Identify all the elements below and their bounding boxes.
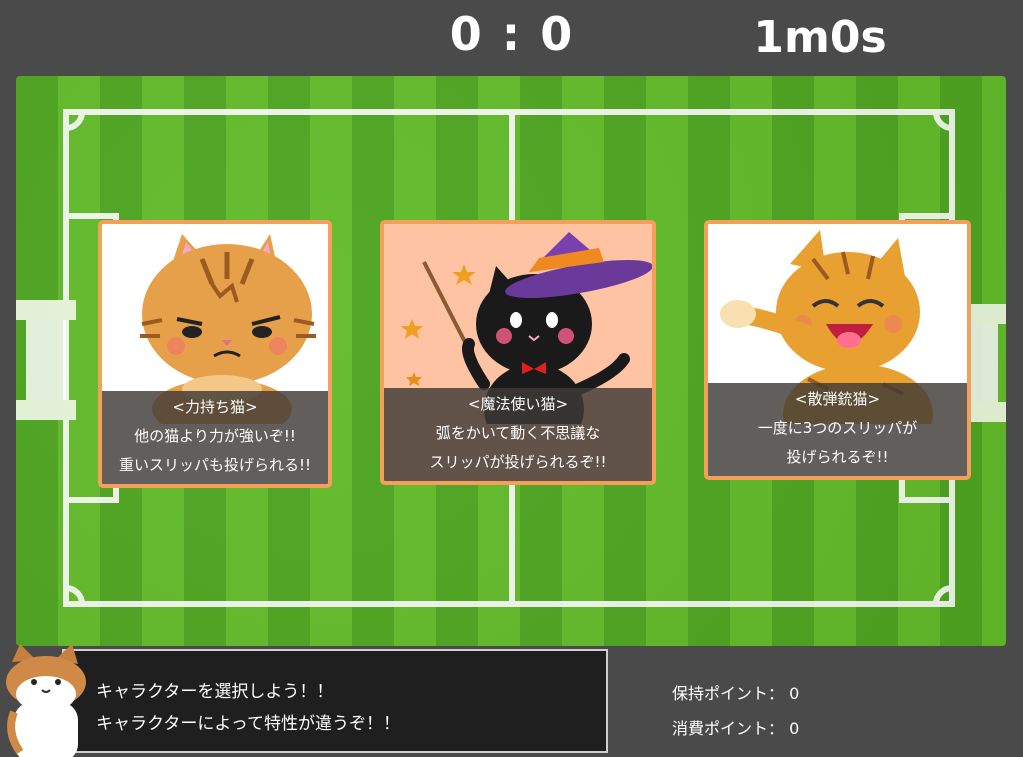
character-card-shotgun[interactable]: <散弾銃猫> 一度に3つのスリッパが 投げられるぞ!! [704,220,971,480]
character-card-wizard[interactable]: <魔法使い猫> 弧をかいて動く不思議な スリッパが投げられるぞ!! [380,220,656,485]
timer-display: 1m0s [753,12,887,63]
held-points-value: 0 [789,684,800,703]
hud: 0 : 0 1m0s [0,0,1023,72]
card-title: <散弾銃猫> [794,390,881,408]
held-points: 保持ポイント： 0 [672,680,799,704]
spent-points: 消費ポイント： 0 [672,715,799,739]
card-desc-line2: 重いスリッパも投げられる!! [118,456,312,474]
spent-points-value: 0 [789,719,800,738]
message-box: キャラクターを選択しよう！！ キャラクターによって特性が違うぞ！！ [62,649,608,753]
message-line-1: キャラクターを選択しよう！！ [96,682,334,702]
card-desc-line2: 投げられるぞ!! [786,448,889,466]
card-caption: <散弾銃猫> 一度に3つのスリッパが 投げられるぞ!! [708,383,967,476]
card-desc-line2: スリッパが投げられるぞ!! [429,453,607,471]
character-card-strong[interactable]: <力持ち猫> 他の猫より力が強いぞ!! 重いスリッパも投げられる!! [98,220,332,488]
card-title: <力持ち猫> [172,398,258,416]
message-line-2: キャラクターによって特性が違うぞ！！ [96,714,400,734]
card-desc-line1: 他の猫より力が強いぞ!! [134,427,296,445]
score-display: 0 : 0 [449,7,575,61]
card-caption: <力持ち猫> 他の猫より力が強いぞ!! 重いスリッパも投げられる!! [102,391,328,484]
card-desc-line1: 一度に3つのスリッパが [757,419,918,437]
card-caption: <魔法使い猫> 弧をかいて動く不思議な スリッパが投げられるぞ!! [384,388,652,481]
card-title: <魔法使い猫> [467,395,569,413]
spent-points-label: 消費ポイント： [672,719,785,738]
card-desc-line1: 弧をかいて動く不思議な [435,424,601,442]
mascot-cat-icon [6,644,86,757]
held-points-label: 保持ポイント： [672,684,785,703]
